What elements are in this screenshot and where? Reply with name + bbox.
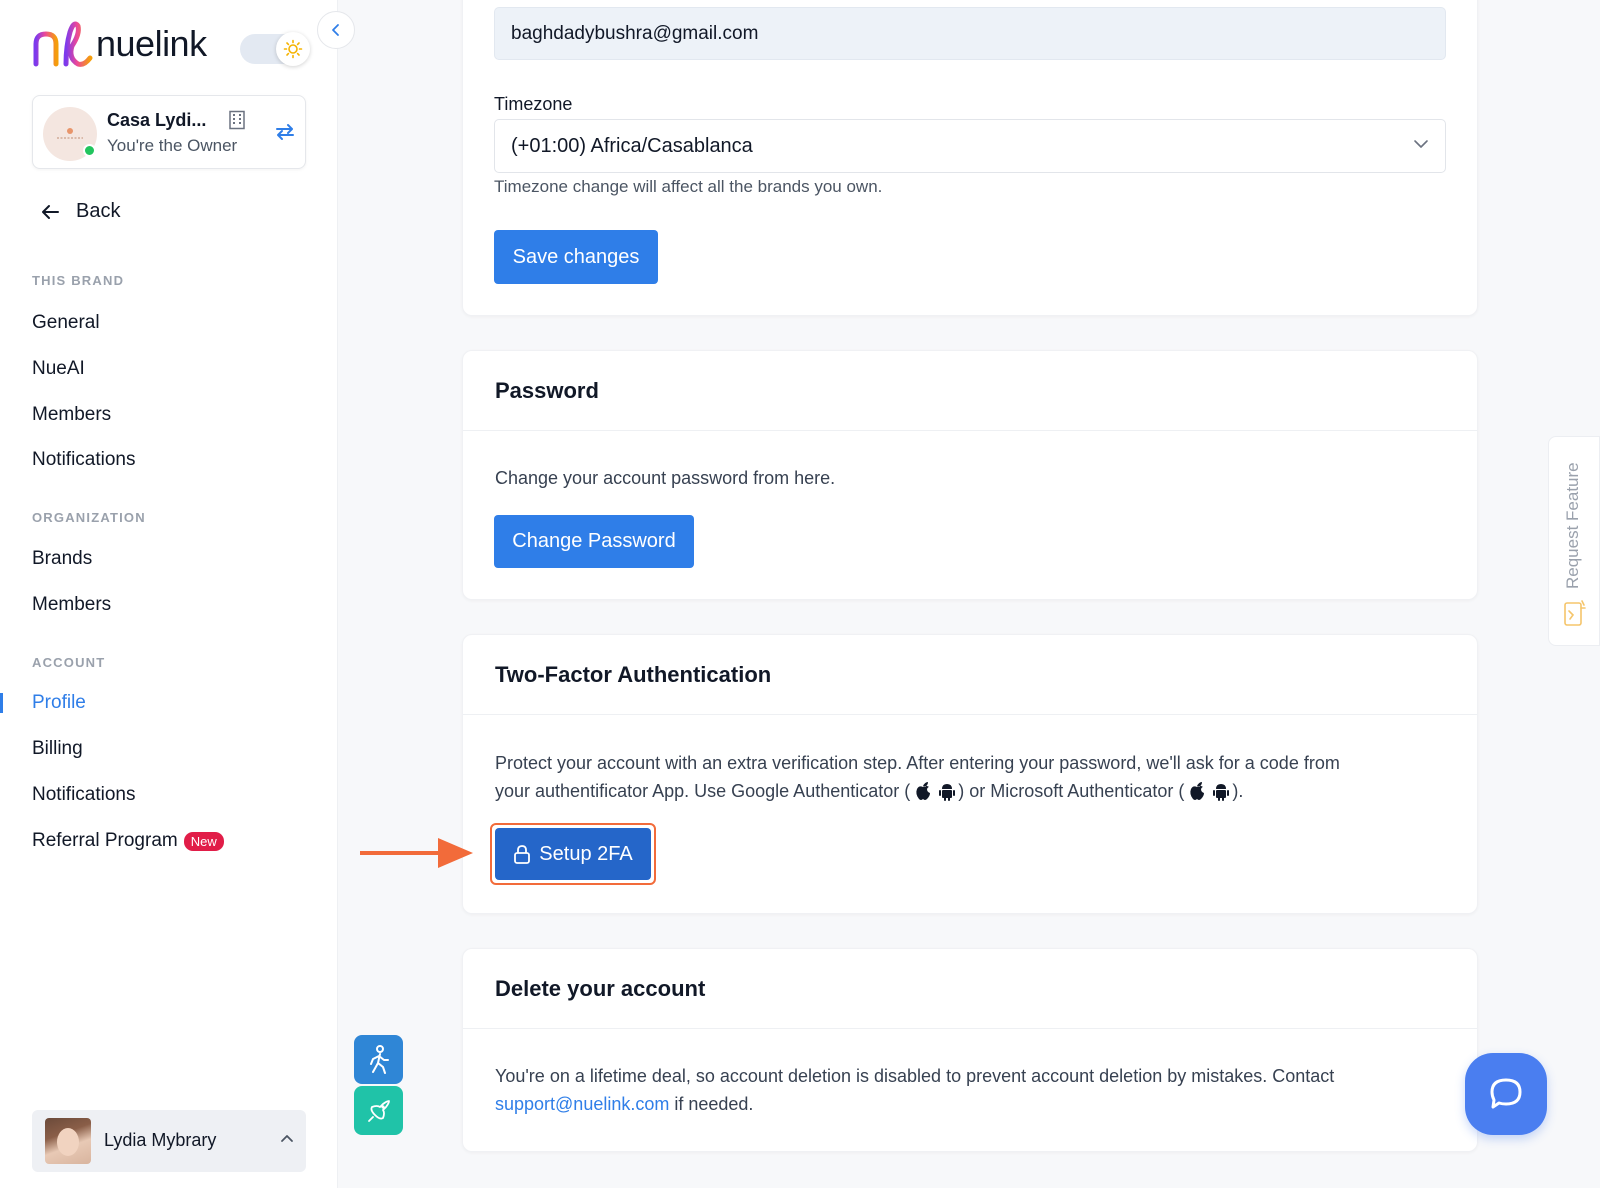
sun-icon bbox=[276, 32, 310, 66]
apple-icon bbox=[916, 782, 931, 800]
arrow-left-icon bbox=[42, 204, 59, 219]
referral-label: Referral Program bbox=[32, 830, 178, 851]
walkthrough-button[interactable] bbox=[354, 1035, 403, 1084]
android-icon bbox=[939, 784, 956, 801]
two-factor-title: Two-Factor Authentication bbox=[463, 635, 1477, 715]
delete-account-card: Delete your account You're on a lifetime… bbox=[462, 948, 1478, 1152]
timezone-label: Timezone bbox=[494, 94, 573, 114]
two-factor-description-line1: Protect your account with an extra verif… bbox=[495, 753, 1340, 773]
brand-switcher[interactable]: Casa Lydi... You're the Owner bbox=[32, 95, 306, 169]
back-label: Back bbox=[76, 200, 121, 222]
apple-icon bbox=[1190, 782, 1205, 800]
building-icon bbox=[229, 110, 245, 130]
sidebar-item-brand-members[interactable]: Members bbox=[32, 404, 111, 426]
save-changes-button[interactable]: Save changes bbox=[494, 230, 658, 284]
sidebar-item-brands[interactable]: Brands bbox=[32, 548, 92, 570]
new-badge: New bbox=[183, 831, 224, 851]
user-avatar bbox=[45, 1118, 91, 1164]
logo[interactable]: nuelink bbox=[32, 16, 207, 72]
chevron-down-icon bbox=[1414, 140, 1428, 148]
sidebar-item-brand-notifications[interactable]: Notifications bbox=[32, 449, 136, 471]
sidebar-item-general[interactable]: General bbox=[32, 312, 100, 334]
timezone-select[interactable]: (+01:00) Africa/Casablanca bbox=[494, 119, 1446, 173]
section-label-organization: ORGANIZATION bbox=[32, 510, 146, 525]
android-icon bbox=[1213, 784, 1230, 801]
password-description: Change your account password from here. bbox=[495, 468, 836, 488]
sidebar-item-profile[interactable]: Profile bbox=[32, 692, 86, 714]
email-field[interactable]: baghdadybushra@gmail.com bbox=[494, 7, 1446, 60]
chevron-left-icon bbox=[332, 24, 339, 36]
logo-text: nuelink bbox=[96, 23, 207, 64]
launch-button[interactable] bbox=[354, 1086, 403, 1135]
pointer-arrow-icon bbox=[360, 838, 473, 868]
setup-2fa-button[interactable]: Setup 2FA bbox=[495, 828, 651, 880]
two-factor-description-line2: your authentificator App. Use Google Aut… bbox=[495, 781, 1244, 801]
sidebar-item-nueai[interactable]: NueAI bbox=[32, 358, 85, 380]
sidebar-item-billing[interactable]: Billing bbox=[32, 738, 83, 760]
request-feature-label: Request Feature bbox=[1563, 462, 1582, 589]
sidebar-item-account-notifications[interactable]: Notifications bbox=[32, 784, 136, 806]
delete-account-line1: You're on a lifetime deal, so account de… bbox=[495, 1066, 1335, 1086]
back-link[interactable]: Back bbox=[40, 200, 120, 223]
chat-bubble-icon bbox=[1490, 1078, 1522, 1109]
user-menu[interactable]: Lydia Mybrary bbox=[32, 1110, 306, 1172]
walking-person-icon bbox=[369, 1044, 389, 1074]
online-status-dot bbox=[83, 144, 96, 157]
active-indicator bbox=[0, 693, 3, 713]
change-password-button[interactable]: Change Password bbox=[494, 515, 694, 568]
collapse-sidebar-button[interactable] bbox=[317, 11, 355, 49]
timezone-value: (+01:00) Africa/Casablanca bbox=[511, 134, 753, 157]
section-label-this-brand: THIS BRAND bbox=[32, 273, 125, 288]
theme-toggle[interactable] bbox=[240, 32, 310, 66]
rocket-icon bbox=[367, 1099, 390, 1122]
password-title: Password bbox=[463, 351, 1477, 431]
chevron-up-icon bbox=[281, 1135, 293, 1142]
user-name: Lydia Mybrary bbox=[104, 1130, 217, 1150]
brand-name: Casa Lydi... bbox=[107, 110, 207, 130]
support-email-link[interactable]: support@nuelink.com bbox=[495, 1094, 669, 1114]
section-label-account: ACCOUNT bbox=[32, 655, 106, 670]
delete-account-title: Delete your account bbox=[463, 949, 1477, 1029]
sidebar-item-referral-program[interactable]: Referral Program New bbox=[32, 830, 224, 852]
feature-request-icon bbox=[1564, 600, 1586, 626]
sidebar: nuelink Casa Lydi... You're the Owner Ba… bbox=[0, 0, 338, 1188]
request-feature-tab[interactable]: Request Feature bbox=[1548, 436, 1600, 646]
chat-support-button[interactable] bbox=[1465, 1053, 1547, 1135]
lock-icon bbox=[514, 845, 531, 864]
nuelink-logo-icon bbox=[33, 21, 93, 67]
delete-account-line2: support@nuelink.com if needed. bbox=[495, 1094, 754, 1114]
sidebar-item-org-members[interactable]: Members bbox=[32, 594, 111, 616]
timezone-help-text: Timezone change will affect all the bran… bbox=[494, 177, 883, 196]
switch-brand-icon[interactable] bbox=[273, 120, 297, 144]
brand-role: You're the Owner bbox=[107, 136, 238, 155]
